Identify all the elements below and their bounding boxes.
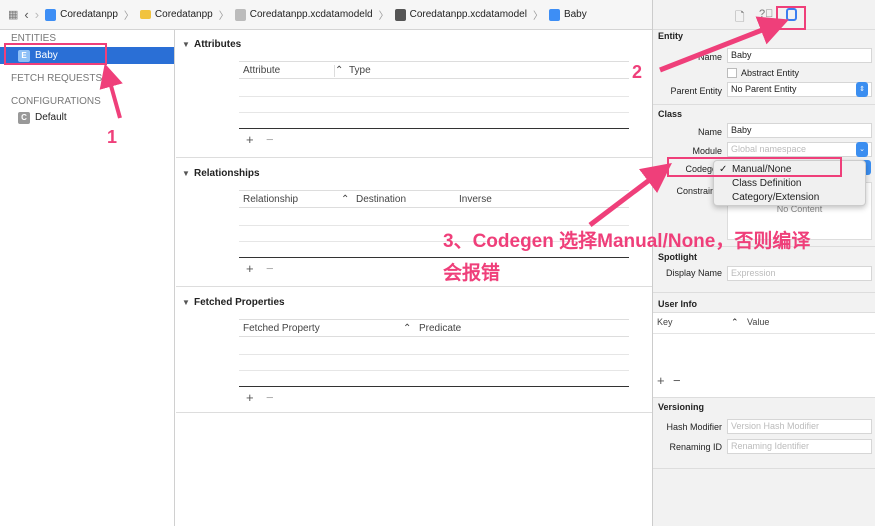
annotation-label-3-cont: 会报错: [443, 263, 501, 284]
arrow-1: [99, 63, 123, 119]
annotation-arrows: [99, 16, 789, 227]
arrow-2: [659, 16, 789, 73]
annotation-label-1: 1: [107, 127, 118, 147]
annotation-label-2: 2: [632, 62, 643, 82]
arrow-3: [588, 162, 672, 227]
annotation-label-3: 3、Codegen 选择Manual/None，否则编译: [443, 231, 811, 252]
